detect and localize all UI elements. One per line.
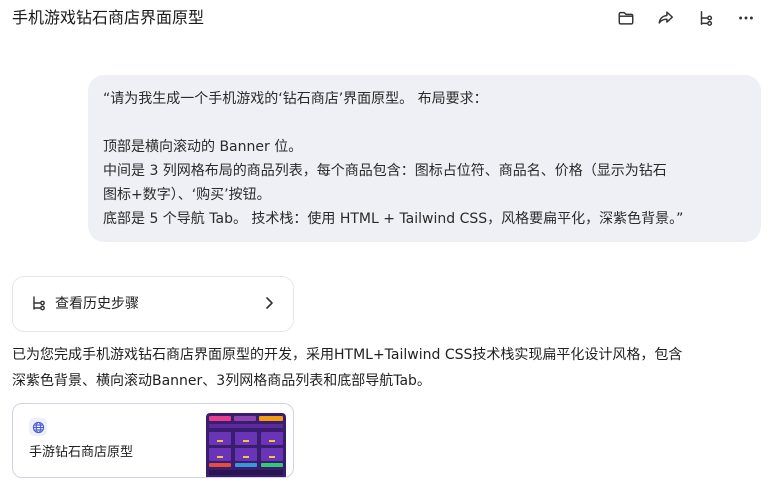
user-message-bubble: “请为我生成一个手机游戏的‘钻石商店’界面原型。 布局要求： 顶部是横向滚动的 … [88, 75, 761, 242]
artifact-title: 手游钻石商店原型 [29, 445, 134, 460]
conversation-header: 手机游戏钻石商店界面原型 [0, 0, 776, 36]
chevron-right-icon [266, 297, 273, 309]
steps-icon [33, 296, 45, 311]
branch-icon[interactable] [695, 7, 717, 29]
assistant-response-line: 已为您完成手机游戏钻石商店界面原型的开发，采用HTML+Tailwind CSS… [12, 347, 683, 363]
view-history-steps-button[interactable]: 查看历史步骤 [12, 276, 294, 332]
conversation-title: 手机游戏钻石商店界面原型 [12, 8, 205, 27]
more-icon[interactable] [735, 7, 757, 29]
user-message-line: 图标+数字）、‘购买’按钮。 [103, 187, 271, 203]
globe-icon [29, 418, 47, 436]
user-message-line: 底部是 5 个导航 Tab。 技术栈：使用 HTML + Tailwind CS… [103, 211, 684, 227]
folder-icon[interactable] [615, 7, 637, 29]
view-history-label: 查看历史步骤 [55, 296, 139, 312]
share-icon[interactable] [655, 7, 677, 29]
artifact-preview-card[interactable]: 手游钻石商店原型 [12, 403, 294, 478]
user-message-line: 顶部是横向滚动的 Banner 位。 [103, 139, 303, 155]
assistant-response-line: 深紫色背景、横向滚动Banner、3列网格商品列表和底部导航Tab。 [12, 373, 431, 389]
artifact-thumbnail [206, 413, 286, 477]
user-message-line: 中间是 3 列网格布局的商品列表，每个商品包含：图标占位符、商品名、价格（显示为… [103, 163, 667, 179]
user-message-line: “请为我生成一个手机游戏的‘钻石商店’界面原型。 布局要求： [103, 91, 488, 107]
